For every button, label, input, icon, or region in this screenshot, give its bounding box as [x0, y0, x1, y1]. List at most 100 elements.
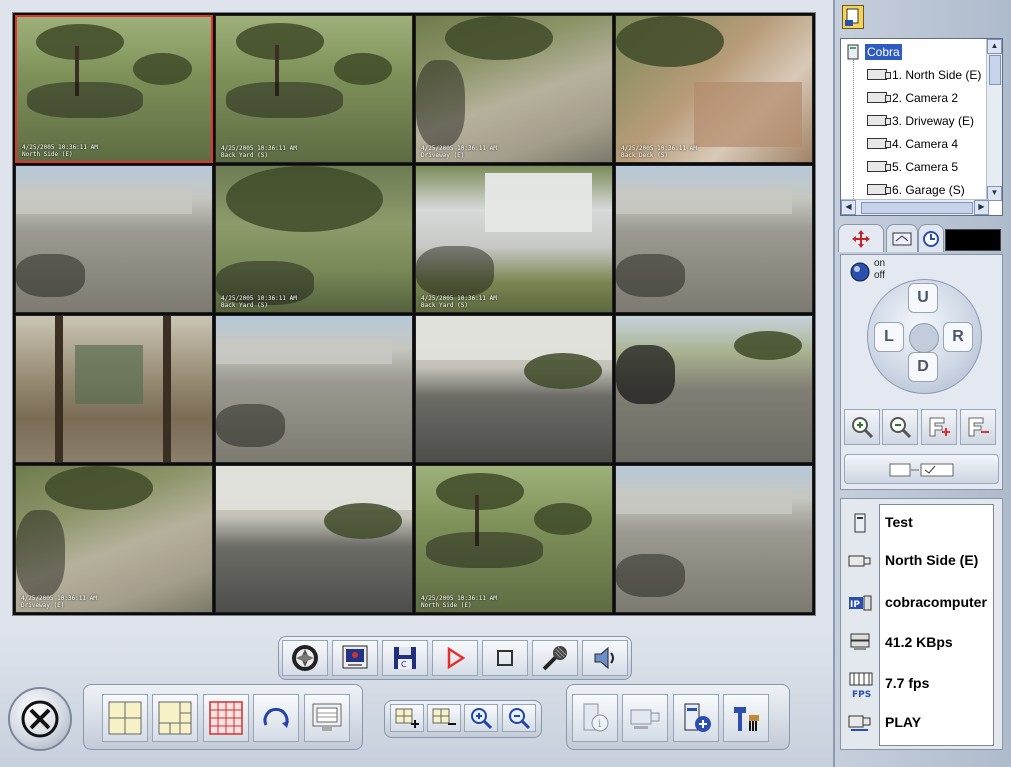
layout-2x2-button[interactable] — [102, 694, 148, 742]
camera-tile[interactable] — [15, 315, 213, 463]
camera-tile[interactable] — [15, 165, 213, 313]
server-list-icon[interactable] — [842, 5, 864, 29]
ptz-zoom-out-button[interactable] — [882, 409, 918, 445]
scroll-thumb[interactable] — [989, 55, 1001, 85]
tree-camera-item[interactable]: 2. Camera 2 — [867, 88, 958, 107]
ptz-up-button[interactable]: U — [908, 283, 938, 313]
mode-status-icon — [848, 713, 872, 733]
ptz-home-button[interactable] — [909, 323, 939, 353]
tree-horizontal-scrollbar[interactable]: ◀ ▶ — [841, 199, 989, 215]
digital-zoom-in-button[interactable] — [464, 704, 498, 732]
microphone-button[interactable] — [532, 640, 578, 676]
layout-1plus5-button[interactable] — [152, 694, 198, 742]
tree-camera-item[interactable]: 1. North Side (E) — [867, 65, 981, 84]
tree-camera-label: 2. Camera 2 — [892, 90, 959, 105]
tree-vertical-scrollbar[interactable]: ▲ ▼ — [986, 39, 1002, 201]
camera-icon — [630, 709, 660, 729]
power-toggle[interactable] — [849, 261, 871, 283]
svg-text:C: C — [401, 660, 407, 669]
tree-camera-item[interactable]: 3. Driveway (E) — [867, 111, 974, 130]
scene-shade — [416, 246, 495, 298]
play-button[interactable] — [432, 640, 478, 676]
camera-name: Back Yard (S) — [221, 302, 268, 309]
server-info-button[interactable]: i — [572, 694, 618, 742]
camera-tile[interactable]: 4/25/2005 10:36:11 AM Back Yard (S) — [215, 165, 413, 313]
grid-2x2-icon — [108, 701, 142, 735]
layout-4x4-button[interactable] — [203, 694, 249, 742]
camera-tile[interactable]: 4/25/2005 10:36:11 AM North Side (E) — [15, 15, 213, 163]
scroll-left-button[interactable]: ◀ — [841, 200, 856, 215]
zoom-in-icon — [852, 417, 874, 439]
camera-tile[interactable]: 4/25/2005 10:36:11 AM Back Yard (S) — [415, 165, 613, 313]
floppy-disk-icon: C — [394, 647, 416, 669]
close-circle-icon — [21, 700, 59, 738]
camera-name: Driveway (E) — [421, 152, 465, 159]
tab-schedule[interactable] — [918, 224, 944, 252]
camera-tile[interactable] — [215, 315, 413, 463]
camera-overlay: 4/25/2005 10:36:11 AM North Side (E) — [421, 595, 497, 609]
ptz-left-button[interactable]: L — [874, 322, 904, 352]
speaker-button[interactable] — [582, 640, 628, 676]
fullscreen-button[interactable] — [304, 694, 350, 742]
remove-view-button[interactable] — [427, 704, 461, 732]
tree-camera-item[interactable]: 4. Camera 4 — [867, 134, 958, 153]
camera-timestamp: 4/25/2005 10:36:11 AM — [221, 145, 297, 152]
scene-slab — [216, 337, 393, 365]
tools-settings-button[interactable] — [723, 694, 769, 742]
camera-tile[interactable] — [615, 465, 813, 613]
add-view-button[interactable] — [390, 704, 424, 732]
scroll-thumb-horizontal[interactable] — [861, 202, 973, 214]
scene-tree — [45, 466, 154, 510]
camera-name: North Side (E) — [421, 602, 472, 609]
ptz-preset-button[interactable] — [844, 454, 999, 484]
grid-remove-icon — [432, 708, 456, 725]
camera-tile[interactable] — [615, 165, 813, 313]
snapshot-button[interactable] — [282, 640, 328, 676]
tree-camera-item[interactable]: 6. Garage (S) — [867, 180, 965, 199]
tab-image-settings[interactable] — [886, 224, 918, 252]
zoom-out-icon — [509, 708, 531, 730]
exit-button[interactable] — [8, 687, 72, 751]
camera-icon — [867, 115, 891, 126]
camera-tile[interactable]: 4/25/2005 10:36:11 AM Driveway (E) — [415, 15, 613, 163]
zoom-out-icon — [890, 417, 912, 439]
ptz-right-button[interactable]: R — [943, 322, 973, 352]
ptz-down-button[interactable]: D — [908, 352, 938, 382]
add-server-button[interactable] — [673, 694, 719, 742]
ptz-focus-far-button[interactable] — [960, 409, 996, 445]
server-icon — [847, 44, 859, 59]
digital-zoom-out-button[interactable] — [502, 704, 536, 732]
ptz-focus-near-button[interactable] — [921, 409, 957, 445]
camera-timestamp: 4/25/2005 10:36:11 AM — [421, 145, 497, 152]
camera-tile[interactable] — [215, 465, 413, 613]
save-button[interactable]: C — [382, 640, 428, 676]
scene-slab — [74, 345, 144, 404]
ptz-zoom-in-button[interactable] — [844, 409, 880, 445]
tools-icon — [734, 707, 759, 731]
camera-tile[interactable]: 4/25/2005 10:36:11 AM Back Yard (S) — [215, 15, 413, 163]
camera-tree[interactable]: Cobra 1. North Side (E) 2. Camera 2 3. D… — [840, 38, 1003, 216]
stop-button[interactable] — [482, 640, 528, 676]
monitor-button[interactable] — [332, 640, 378, 676]
camera-settings-button[interactable] — [622, 694, 668, 742]
scroll-right-button[interactable]: ▶ — [974, 200, 989, 215]
camera-tile[interactable]: 4/25/2005 10:36:11 AM North Side (E) — [415, 465, 613, 613]
screen-icon — [312, 703, 342, 731]
camera-tile[interactable] — [415, 315, 613, 463]
fps-icon-label: FPS — [852, 690, 871, 699]
sequence-button[interactable] — [253, 694, 299, 742]
ptz-display — [945, 229, 1001, 251]
camera-tile[interactable] — [615, 315, 813, 463]
rotate-icon — [263, 707, 289, 728]
scroll-up-button[interactable]: ▲ — [987, 39, 1002, 54]
tab-ptz[interactable] — [838, 224, 884, 252]
speaker-icon — [594, 646, 614, 670]
scene-slab — [616, 487, 793, 515]
camera-tile[interactable]: 4/25/2005 10:36:11 AM Back Deck (S) — [615, 15, 813, 163]
ptz-right-label: R — [952, 328, 964, 345]
scene-shade — [16, 253, 85, 298]
scroll-down-button[interactable]: ▼ — [987, 186, 1002, 201]
tree-camera-item[interactable]: 5. Camera 5 — [867, 157, 958, 176]
camera-tile[interactable]: 4/25/2005 10:36:11 AM Driveway (E) — [15, 465, 213, 613]
grid-1plus5-icon — [158, 701, 192, 735]
